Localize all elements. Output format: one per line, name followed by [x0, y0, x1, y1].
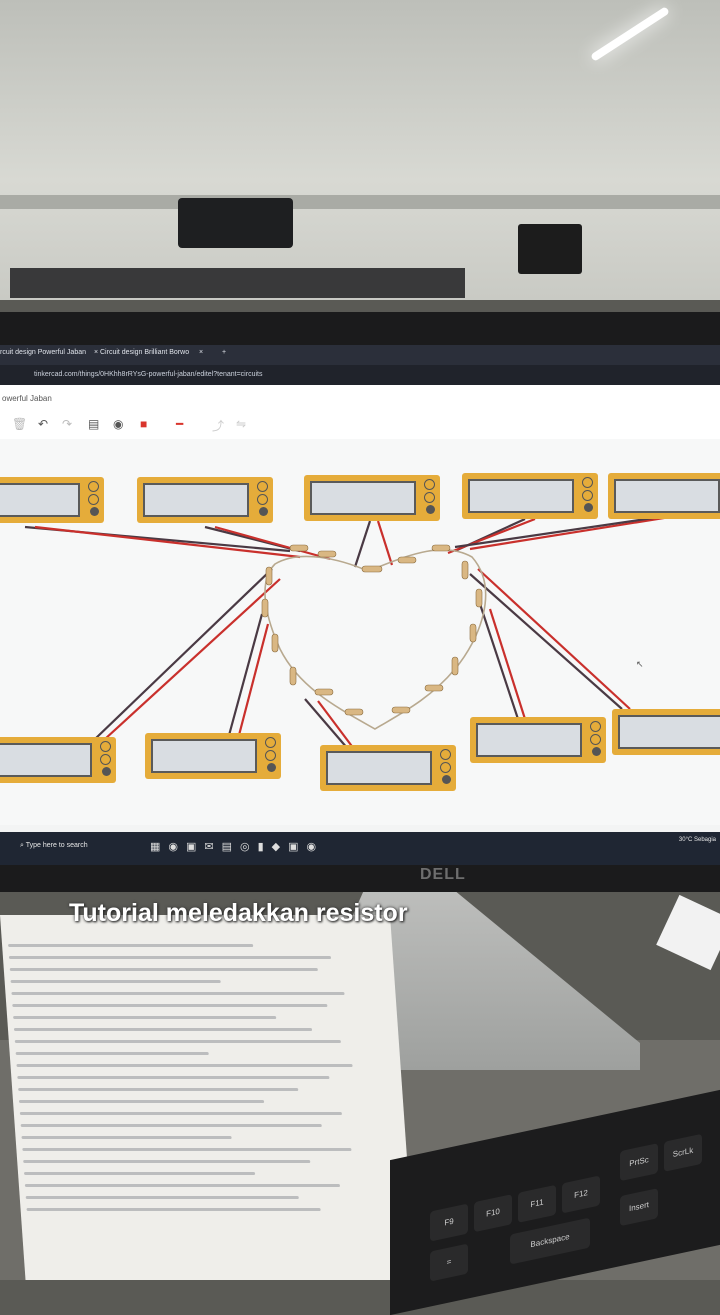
ceiling: [0, 0, 720, 300]
multimeter[interactable]: [320, 745, 456, 791]
redo-icon[interactable]: ↷: [62, 417, 72, 431]
color-picker-icon[interactable]: ■: [140, 417, 147, 431]
monitor-brand: DELL: [420, 866, 466, 883]
circuit-canvas[interactable]: ↖: [0, 439, 720, 825]
paper-scrap: [656, 894, 720, 971]
multimeter[interactable]: [470, 717, 606, 763]
multimeter[interactable]: [612, 709, 720, 755]
projector: [178, 198, 293, 248]
browser-tabbar: rcuit design Powerful Jaban × Circuit de…: [0, 345, 720, 365]
page-title: owerful Jaban: [2, 394, 52, 403]
taskbar-app-icons[interactable]: ▦◉▣✉▤◎▮◆▣◉: [150, 840, 324, 853]
wall-speaker: [518, 224, 582, 274]
delete-icon[interactable]: 🗑: [12, 417, 27, 431]
visibility-icon[interactable]: ◉: [113, 417, 123, 431]
resistor-beads: [261, 544, 483, 716]
monitor-screen: rcuit design Powerful Jaban × Circuit de…: [0, 345, 720, 865]
note-icon[interactable]: ▤: [88, 417, 99, 431]
multimeter[interactable]: [304, 475, 440, 521]
undo-icon[interactable]: ↶: [38, 417, 48, 431]
app-titlebar: owerful Jaban: [0, 385, 720, 409]
multimeter[interactable]: [0, 477, 104, 523]
search-placeholder: Type here to search: [25, 842, 88, 849]
taskbar-search[interactable]: ⌕ Type here to search: [20, 842, 88, 850]
browser-tab-1[interactable]: rcuit design Powerful Jaban ×: [0, 349, 98, 356]
svg-text:↖: ↖: [636, 659, 644, 669]
address-bar[interactable]: tinkercad.com/things/0HKhh8rRYsG-powerfu…: [0, 365, 720, 385]
rotate-icon[interactable]: ⤴: [212, 417, 224, 434]
multimeter[interactable]: [137, 477, 273, 523]
windows-taskbar: ⌕ Type here to search ▦◉▣✉▤◎▮◆▣◉ 30°C Se…: [0, 832, 720, 865]
video-caption: Tutorial meledakkan resistor: [69, 899, 408, 927]
flip-icon[interactable]: ⇋: [236, 417, 246, 431]
multimeter[interactable]: [0, 737, 116, 783]
multimeter[interactable]: [462, 473, 598, 519]
ceiling-light: [565, 0, 675, 70]
system-tray: 30°C Sebagia: [678, 837, 716, 843]
new-tab-button[interactable]: +: [222, 349, 226, 356]
tab-label: rcuit design Powerful Jaban: [0, 349, 86, 356]
close-icon[interactable]: ×: [199, 349, 203, 356]
multimeter[interactable]: [608, 473, 720, 519]
url-text: tinkercad.com/things/0HKhh8rRYsG-powerfu…: [34, 371, 263, 378]
multimeter[interactable]: [145, 733, 281, 779]
wire-style-icon[interactable]: ━: [176, 417, 183, 431]
app-toolbar: 🗑 ↶ ↷ ▤ ◉ ■ ━ ⤴ ⇋: [0, 409, 720, 440]
close-icon[interactable]: ×: [94, 349, 98, 356]
board-rail: [10, 268, 465, 298]
printed-paper: [0, 915, 416, 1280]
browser-tab-2[interactable]: Circuit design Brilliant Borwo ×: [100, 349, 203, 356]
tab-label: Circuit design Brilliant Borwo: [100, 349, 190, 356]
ceiling-beam: [0, 195, 720, 209]
